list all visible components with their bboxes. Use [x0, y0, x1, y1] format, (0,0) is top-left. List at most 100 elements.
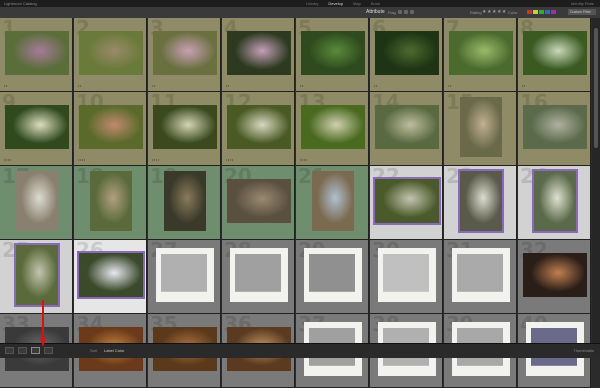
- thumbnail-cell[interactable]: 21: [296, 166, 369, 240]
- color-swatch-5[interactable]: [551, 10, 556, 14]
- color-filter-label: Color: [508, 10, 518, 15]
- photo-thumbnail[interactable]: [531, 168, 578, 233]
- photo-thumbnail[interactable]: [457, 168, 504, 233]
- title-bar: Lightroom Catalog Library Develop Map Book …: [0, 0, 600, 7]
- color-swatch-4[interactable]: [545, 10, 550, 14]
- thumbnail-cell[interactable]: 22: [370, 166, 443, 240]
- thumbnail-cell[interactable]: 6 ••: [370, 18, 443, 92]
- rejected-icon[interactable]: [410, 10, 414, 14]
- thumbnail-cell[interactable]: 23: [444, 166, 517, 240]
- thumbnail-cell[interactable]: 7 ••: [444, 18, 517, 92]
- photo-thumbnail[interactable]: [78, 104, 143, 149]
- thumbnail-cell[interactable]: 25: [0, 240, 73, 314]
- photo-thumbnail[interactable]: [374, 104, 439, 149]
- photo-thumbnail[interactable]: [311, 170, 354, 231]
- sort-order-dropdown[interactable]: Label Color: [104, 346, 124, 355]
- photo-thumbnail[interactable]: [451, 247, 510, 302]
- flag-icon[interactable]: [398, 10, 402, 14]
- photo-thumbnail[interactable]: [374, 30, 439, 75]
- attribute-filter-tab[interactable]: Attribute: [366, 8, 385, 17]
- thumbnail-cell[interactable]: 26: [74, 240, 147, 314]
- thumbnail-cell[interactable]: 20: [222, 166, 295, 240]
- filter-preset-dropdown[interactable]: Custom Filter: [568, 9, 596, 15]
- thumbnail-cell[interactable]: 17: [0, 166, 73, 240]
- thumbnail-cell[interactable]: 9 ••••: [0, 92, 73, 166]
- module-map[interactable]: Map: [353, 0, 361, 7]
- photo-thumbnail[interactable]: [226, 30, 291, 75]
- star-rating-dots: ••: [300, 83, 304, 88]
- loupe-view-button[interactable]: [18, 347, 27, 354]
- color-swatch-3[interactable]: [539, 10, 544, 14]
- sort-label: Sort: [90, 348, 98, 353]
- thumbnail-cell[interactable]: 18: [74, 166, 147, 240]
- thumbnail-cell[interactable]: 4 ••: [222, 18, 295, 92]
- thumbnail-cell[interactable]: 28: [222, 240, 295, 314]
- photo-thumbnail[interactable]: [78, 30, 143, 75]
- color-filter-swatches[interactable]: [527, 10, 556, 14]
- photo-thumbnail[interactable]: [522, 252, 587, 297]
- module-picker: Library Develop Map Book: [306, 0, 380, 7]
- photo-thumbnail[interactable]: [303, 247, 362, 302]
- thumbnail-grid: 1 •• 2 •• 3 •• 4 •• 5 •• 6 •• 7 •• 8 •• 9 •••• 10 •••• 11 •••…: [0, 18, 592, 388]
- thumbnail-cell[interactable]: 5 ••: [296, 18, 369, 92]
- photo-thumbnail[interactable]: [522, 30, 587, 75]
- photo-thumbnail[interactable]: [4, 30, 69, 75]
- photo-thumbnail[interactable]: [448, 30, 513, 75]
- photo-thumbnail[interactable]: [372, 176, 441, 225]
- photo-thumbnail[interactable]: [522, 104, 587, 149]
- thumbnail-cell[interactable]: 27: [148, 240, 221, 314]
- photo-thumbnail[interactable]: [459, 96, 502, 157]
- star-rating-dots: ••: [78, 83, 82, 88]
- photo-thumbnail[interactable]: [15, 170, 58, 231]
- photo-thumbnail[interactable]: [76, 250, 145, 299]
- grid-scrollbar[interactable]: [592, 18, 600, 344]
- thumbnail-cell[interactable]: 1 ••: [0, 18, 73, 92]
- scrollbar-thumb[interactable]: [594, 28, 598, 148]
- thumbnail-cell[interactable]: 2 ••: [74, 18, 147, 92]
- thumbnail-cell[interactable]: 11 ••••: [148, 92, 221, 166]
- thumbnail-cell[interactable]: 15: [444, 92, 517, 166]
- module-library[interactable]: Library: [306, 0, 318, 7]
- compare-view-button[interactable]: [31, 347, 40, 354]
- photo-thumbnail[interactable]: [300, 104, 365, 149]
- grid-view-button[interactable]: [5, 347, 14, 354]
- thumbnail-cell[interactable]: 14: [370, 92, 443, 166]
- photo-thumbnail[interactable]: [226, 104, 291, 149]
- survey-view-button[interactable]: [44, 347, 53, 354]
- photo-thumbnail[interactable]: [226, 178, 291, 223]
- thumbnail-cell[interactable]: 31: [444, 240, 517, 314]
- rating-filter-label: Rating: [470, 10, 482, 15]
- photo-thumbnail[interactable]: [377, 247, 436, 302]
- thumbnail-cell[interactable]: 19: [148, 166, 221, 240]
- thumbnail-cell[interactable]: 16: [518, 92, 591, 166]
- photo-thumbnail[interactable]: [4, 104, 69, 149]
- photo-thumbnail[interactable]: [163, 170, 206, 231]
- photo-thumbnail[interactable]: [229, 247, 288, 302]
- star-rating-dots: ••: [4, 83, 8, 88]
- thumbnail-cell[interactable]: 29: [296, 240, 369, 314]
- thumbnail-cell[interactable]: 24: [518, 166, 591, 240]
- rating-filter-stars[interactable]: ★★★★★: [482, 8, 507, 17]
- star-rating-dots: ••••: [300, 157, 308, 162]
- thumbnail-cell[interactable]: 8 ••: [518, 18, 591, 92]
- photo-thumbnail[interactable]: [89, 170, 132, 231]
- photo-thumbnail[interactable]: [152, 104, 217, 149]
- photo-thumbnail[interactable]: [13, 242, 60, 307]
- flag-filter-icons[interactable]: [398, 10, 414, 14]
- module-develop[interactable]: Develop: [328, 0, 343, 7]
- thumbnail-cell[interactable]: 12 ••••: [222, 92, 295, 166]
- photo-thumbnail[interactable]: [155, 247, 214, 302]
- thumbnail-cell[interactable]: 3 ••: [148, 18, 221, 92]
- thumbnail-cell[interactable]: 13 ••••: [296, 92, 369, 166]
- module-book[interactable]: Book: [371, 0, 380, 7]
- photo-thumbnail[interactable]: [152, 30, 217, 75]
- star-rating-dots: ••: [152, 83, 156, 88]
- color-swatch-2[interactable]: [533, 10, 538, 14]
- thumbnail-cell[interactable]: 30: [370, 240, 443, 314]
- photo-thumbnail[interactable]: [300, 30, 365, 75]
- star-rating-dots: ••••: [4, 157, 12, 162]
- thumbnail-cell[interactable]: 10 ••••: [74, 92, 147, 166]
- thumbnail-cell[interactable]: 32: [518, 240, 591, 314]
- unflagged-icon[interactable]: [404, 10, 408, 14]
- color-swatch-1[interactable]: [527, 10, 532, 14]
